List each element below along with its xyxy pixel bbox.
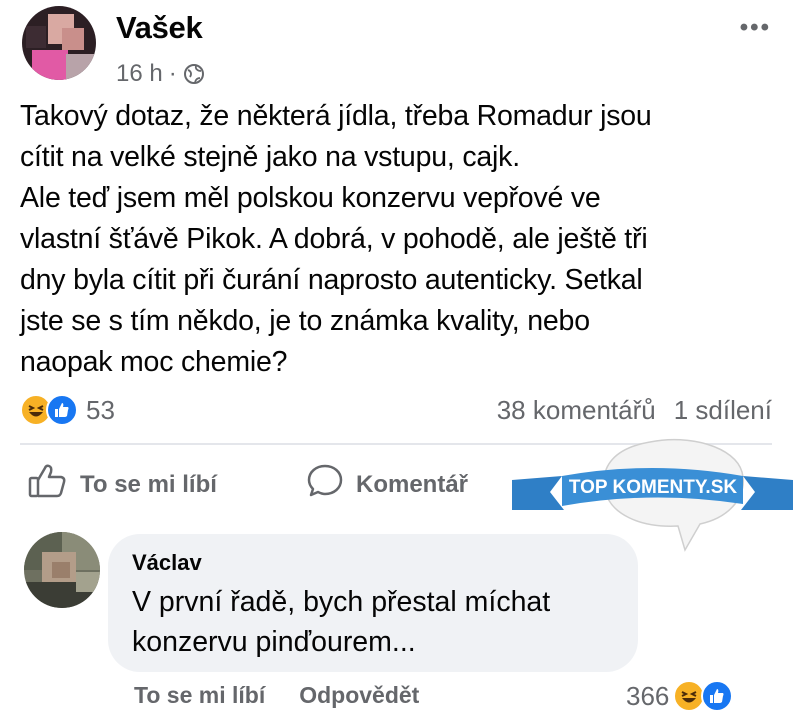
watermark-text: TOP KOMENTY.SK <box>569 477 737 498</box>
like-button[interactable]: To se mi líbí <box>28 462 217 507</box>
reaction-count[interactable]: 53 <box>86 395 115 426</box>
post-text: Takový dotaz, že některá jídla, třeba Ro… <box>20 100 652 378</box>
speech-bubble-icon <box>306 462 344 507</box>
comment-author-name[interactable]: Václav <box>132 550 614 576</box>
share-count[interactable]: 1 sdílení <box>674 395 772 426</box>
author-avatar[interactable] <box>22 6 96 80</box>
globe-icon[interactable] <box>183 63 205 85</box>
post-timestamp[interactable]: 16 h <box>116 60 163 88</box>
comment-count[interactable]: 38 komentářů <box>497 395 656 426</box>
comment-reply-button[interactable]: Odpovědět <box>299 682 419 709</box>
post-meta: 16 h · <box>116 60 205 88</box>
comment-reaction-count: 366 <box>626 680 670 711</box>
like-icon <box>46 394 78 426</box>
comment-like-button[interactable]: To se mi líbí <box>134 682 265 709</box>
comment-text: V první řadě, bych přestal míchat konzer… <box>132 586 551 658</box>
like-button-label: To se mi líbí <box>80 470 217 498</box>
post-author-name[interactable]: Vašek <box>116 10 203 46</box>
post-stats: 53 38 komentářů 1 sdílení <box>20 390 772 430</box>
comment-actions: To se mi líbí Odpovědět <box>134 682 419 709</box>
reaction-summary[interactable] <box>20 394 78 426</box>
commenter-avatar[interactable] <box>24 532 100 608</box>
comment-button-label: Komentář <box>356 470 469 498</box>
comment-reactions[interactable]: 366 <box>626 680 734 712</box>
thumbs-up-icon <box>28 462 68 507</box>
comment-button[interactable]: Komentář <box>306 462 468 507</box>
more-options-icon[interactable]: ••• <box>740 14 771 42</box>
like-icon <box>701 680 734 712</box>
comment-bubble: Václav V první řadě, bych přestal míchat… <box>108 534 638 672</box>
meta-separator: · <box>168 60 177 87</box>
